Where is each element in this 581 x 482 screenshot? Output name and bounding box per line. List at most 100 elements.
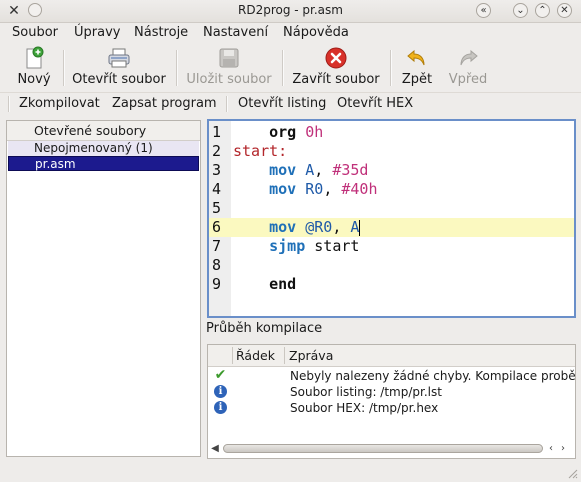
scroll-right-icon[interactable]: › [561,441,573,456]
code-line[interactable]: 5 [209,199,574,218]
menu-soubor[interactable]: Soubor [12,25,58,40]
code-line[interactable]: 3 mov A, #35d [209,161,574,180]
line-number: 8 [212,256,222,274]
code-text: sjmp start [233,237,359,256]
compile-button[interactable]: Zkompilovat [19,96,100,111]
menu-upravy[interactable]: Úpravy [74,25,120,40]
code-lines[interactable]: 1 org 0h 2 start: 3 mov A, #35d 4 mov R0, #4… [209,123,574,313]
line-number: 6 [212,218,222,236]
code-line[interactable]: 4 mov R0, #40h [209,180,574,199]
code-token: sjmp [233,237,306,255]
menu-nastaveni[interactable]: Nastavení [203,25,268,40]
log-row[interactable]: ✔ Nebyly nalezeny žádné chyby. Kompilace … [208,368,575,384]
menu-napoveda[interactable]: Nápověda [283,25,349,40]
line-number: 5 [212,199,222,217]
code-token: start [305,237,360,255]
column-line[interactable]: Řádek [236,348,275,363]
red-close-icon [324,46,348,70]
maximize-icon[interactable]: ⌃ [535,3,550,18]
log-row[interactable]: i Soubor listing: /tmp/pr.lst [208,384,575,400]
log-message: Soubor listing: /tmp/pr.lst [290,385,442,399]
line-number: 9 [212,275,222,293]
write-program-button[interactable]: Zapsat program [112,96,217,111]
save-file-button[interactable]: Uložit soubor [186,44,272,90]
column-separator [232,347,233,364]
close-file-label: Zavřít soubor [292,72,380,87]
line-number: 2 [212,142,222,160]
menu-nastroje[interactable]: Nástroje [134,25,188,40]
code-line[interactable]: 7 sjmp start [209,237,574,256]
check-icon: ✔ [214,367,227,383]
file-item-label: Nepojmenovaný (1) [34,141,153,155]
redo-arrow-icon [456,46,480,70]
log-row[interactable]: i Soubor HEX: /tmp/pr.hex [208,400,575,416]
code-token: org [233,123,297,141]
compile-progress-title: Průběh kompilace [206,321,323,336]
code-token: mov [233,218,297,236]
column-separator [284,347,285,364]
code-token: , [314,161,333,179]
minimize-icon[interactable]: ⌄ [513,3,528,18]
undo-label: Zpět [401,72,433,87]
toolbar-separator [390,50,392,86]
redo-button[interactable]: Vpřed [447,44,489,90]
new-file-button[interactable]: Nový [14,44,54,90]
code-text: start: [233,142,287,161]
toolbar-separator [176,50,178,86]
open-files-header-label: Otevřené soubory [34,123,147,138]
code-token: A [296,161,315,179]
close-file-button[interactable]: Zavřít soubor [292,44,380,90]
line-number: 4 [212,180,222,198]
code-token: #35d [332,161,369,179]
horizontal-scrollbar[interactable]: ◀ ‹ › [209,441,574,456]
open-hex-button[interactable]: Otevřít HEX [337,96,413,111]
column-message[interactable]: Zpráva [289,348,333,363]
code-text: org 0h [233,123,323,142]
file-item-untitled[interactable]: Nepojmenovaný (1) [8,141,199,156]
code-line[interactable]: 8 [209,256,574,275]
toolbar-separator [282,50,284,86]
log-message: Nebyly nalezeny žádné chyby. Kompilace p… [290,369,576,383]
resize-grip-icon[interactable] [566,467,578,479]
new-file-icon [22,46,46,70]
window-title: RD2prog - pr.asm [238,3,343,17]
file-item-label: pr.asm [35,157,76,171]
open-file-button[interactable]: Otevřít soubor [72,44,166,90]
code-line[interactable]: 6 mov @R0, A [209,218,574,237]
main-toolbar: Nový Otevřít soubor Uložit soubor Zavřít… [0,44,581,92]
text-caret [359,219,361,236]
code-text: end [233,275,296,294]
code-text: mov A, #35d [233,161,368,180]
undo-arrow-icon [405,46,429,70]
scrollbar-track[interactable] [223,444,543,453]
code-token: #40h [341,180,378,198]
log-rows: ✔ Nebyly nalezeny žádné chyby. Kompilace … [208,368,575,438]
compile-toolbar: Zkompilovat Zapsat program Otevřít listi… [0,92,581,115]
floppy-icon [217,46,241,70]
code-editor[interactable]: 1 org 0h 2 start: 3 mov A, #35d 4 mov R0, #4… [207,119,576,318]
code-token: @R0 [296,218,333,236]
line-number: 3 [212,161,222,179]
file-item-pr-asm[interactable]: pr.asm [8,156,199,171]
code-token: mov [233,161,297,179]
open-files-header: Otevřené soubory [7,121,200,141]
redo-label: Vpřed [448,72,488,87]
scroll-left-icon[interactable]: ◀ [209,441,221,456]
printer-open-icon [107,46,131,70]
compile-log-table: Řádek Zpráva ✔ Nebyly nalezeny žádné chyb… [207,344,576,459]
save-file-label: Uložit soubor [186,72,272,87]
undo-button[interactable]: Zpět [399,44,435,90]
code-line[interactable]: 1 org 0h [209,123,574,142]
scrollbar-thumb[interactable] [223,444,543,453]
code-line[interactable]: 2 start: [209,142,574,161]
line-number: 7 [212,237,222,255]
open-listing-button[interactable]: Otevřít listing [238,96,326,111]
info-icon: i [214,401,227,414]
open-files-panel: Otevřené soubory Nepojmenovaný (1) pr.as… [6,120,201,457]
shade-icon[interactable]: « [476,3,491,18]
scroll-left-small-icon[interactable]: ‹ [549,441,561,456]
close-icon[interactable]: ✕ [557,3,572,18]
code-token: A [350,218,360,236]
code-token: R0 [296,180,324,198]
code-line[interactable]: 9 end [209,275,574,294]
